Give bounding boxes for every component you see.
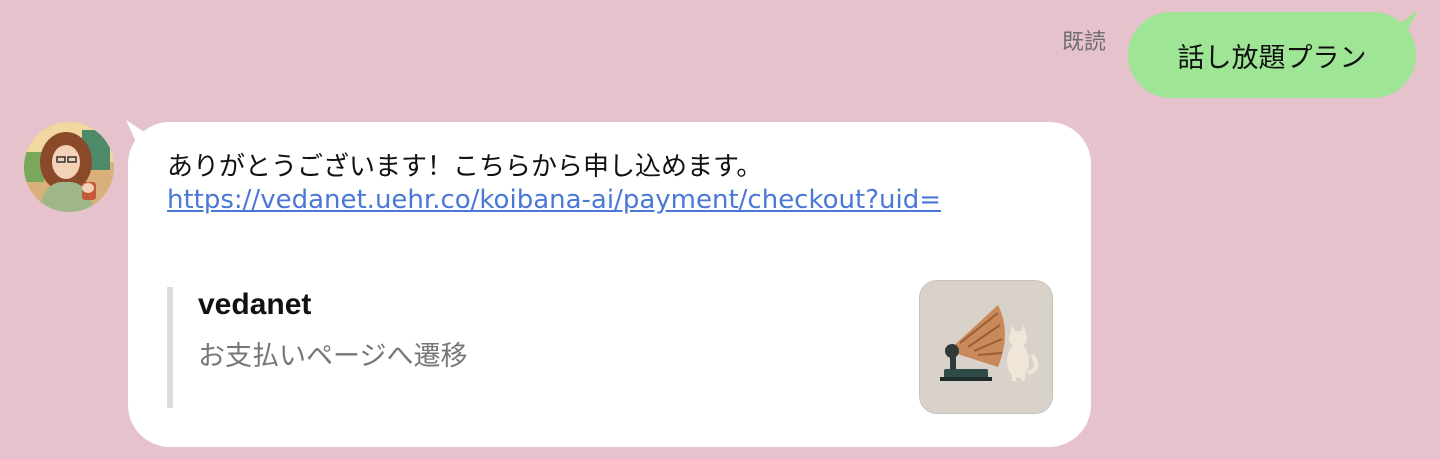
avatar[interactable]	[24, 122, 114, 212]
preview-title[interactable]: vedanet	[198, 288, 311, 322]
preview-description[interactable]: お支払いページへ遷移	[198, 334, 467, 373]
preview-thumbnail[interactable]	[919, 280, 1053, 414]
outgoing-message-bubble[interactable]: 話し放題プラン	[1128, 12, 1416, 98]
gramophone-cat-icon	[920, 281, 1052, 413]
incoming-message-text: ありがとうございます！こちらから申し込めます。	[167, 152, 763, 182]
user-avatar-icon	[24, 122, 114, 212]
read-receipt: 既読	[1062, 30, 1107, 55]
chat-screen: 既読 話し放題プラン ありがとうございます！こちらから申し込めます。 https…	[0, 0, 1440, 459]
preview-accent-bar	[167, 287, 173, 408]
outgoing-message-text: 話し放題プラン	[1177, 42, 1367, 74]
checkout-link[interactable]: https://vedanet.uehr.co/koibana-ai/payme…	[167, 185, 941, 215]
link-overflow-mask	[167, 220, 967, 232]
